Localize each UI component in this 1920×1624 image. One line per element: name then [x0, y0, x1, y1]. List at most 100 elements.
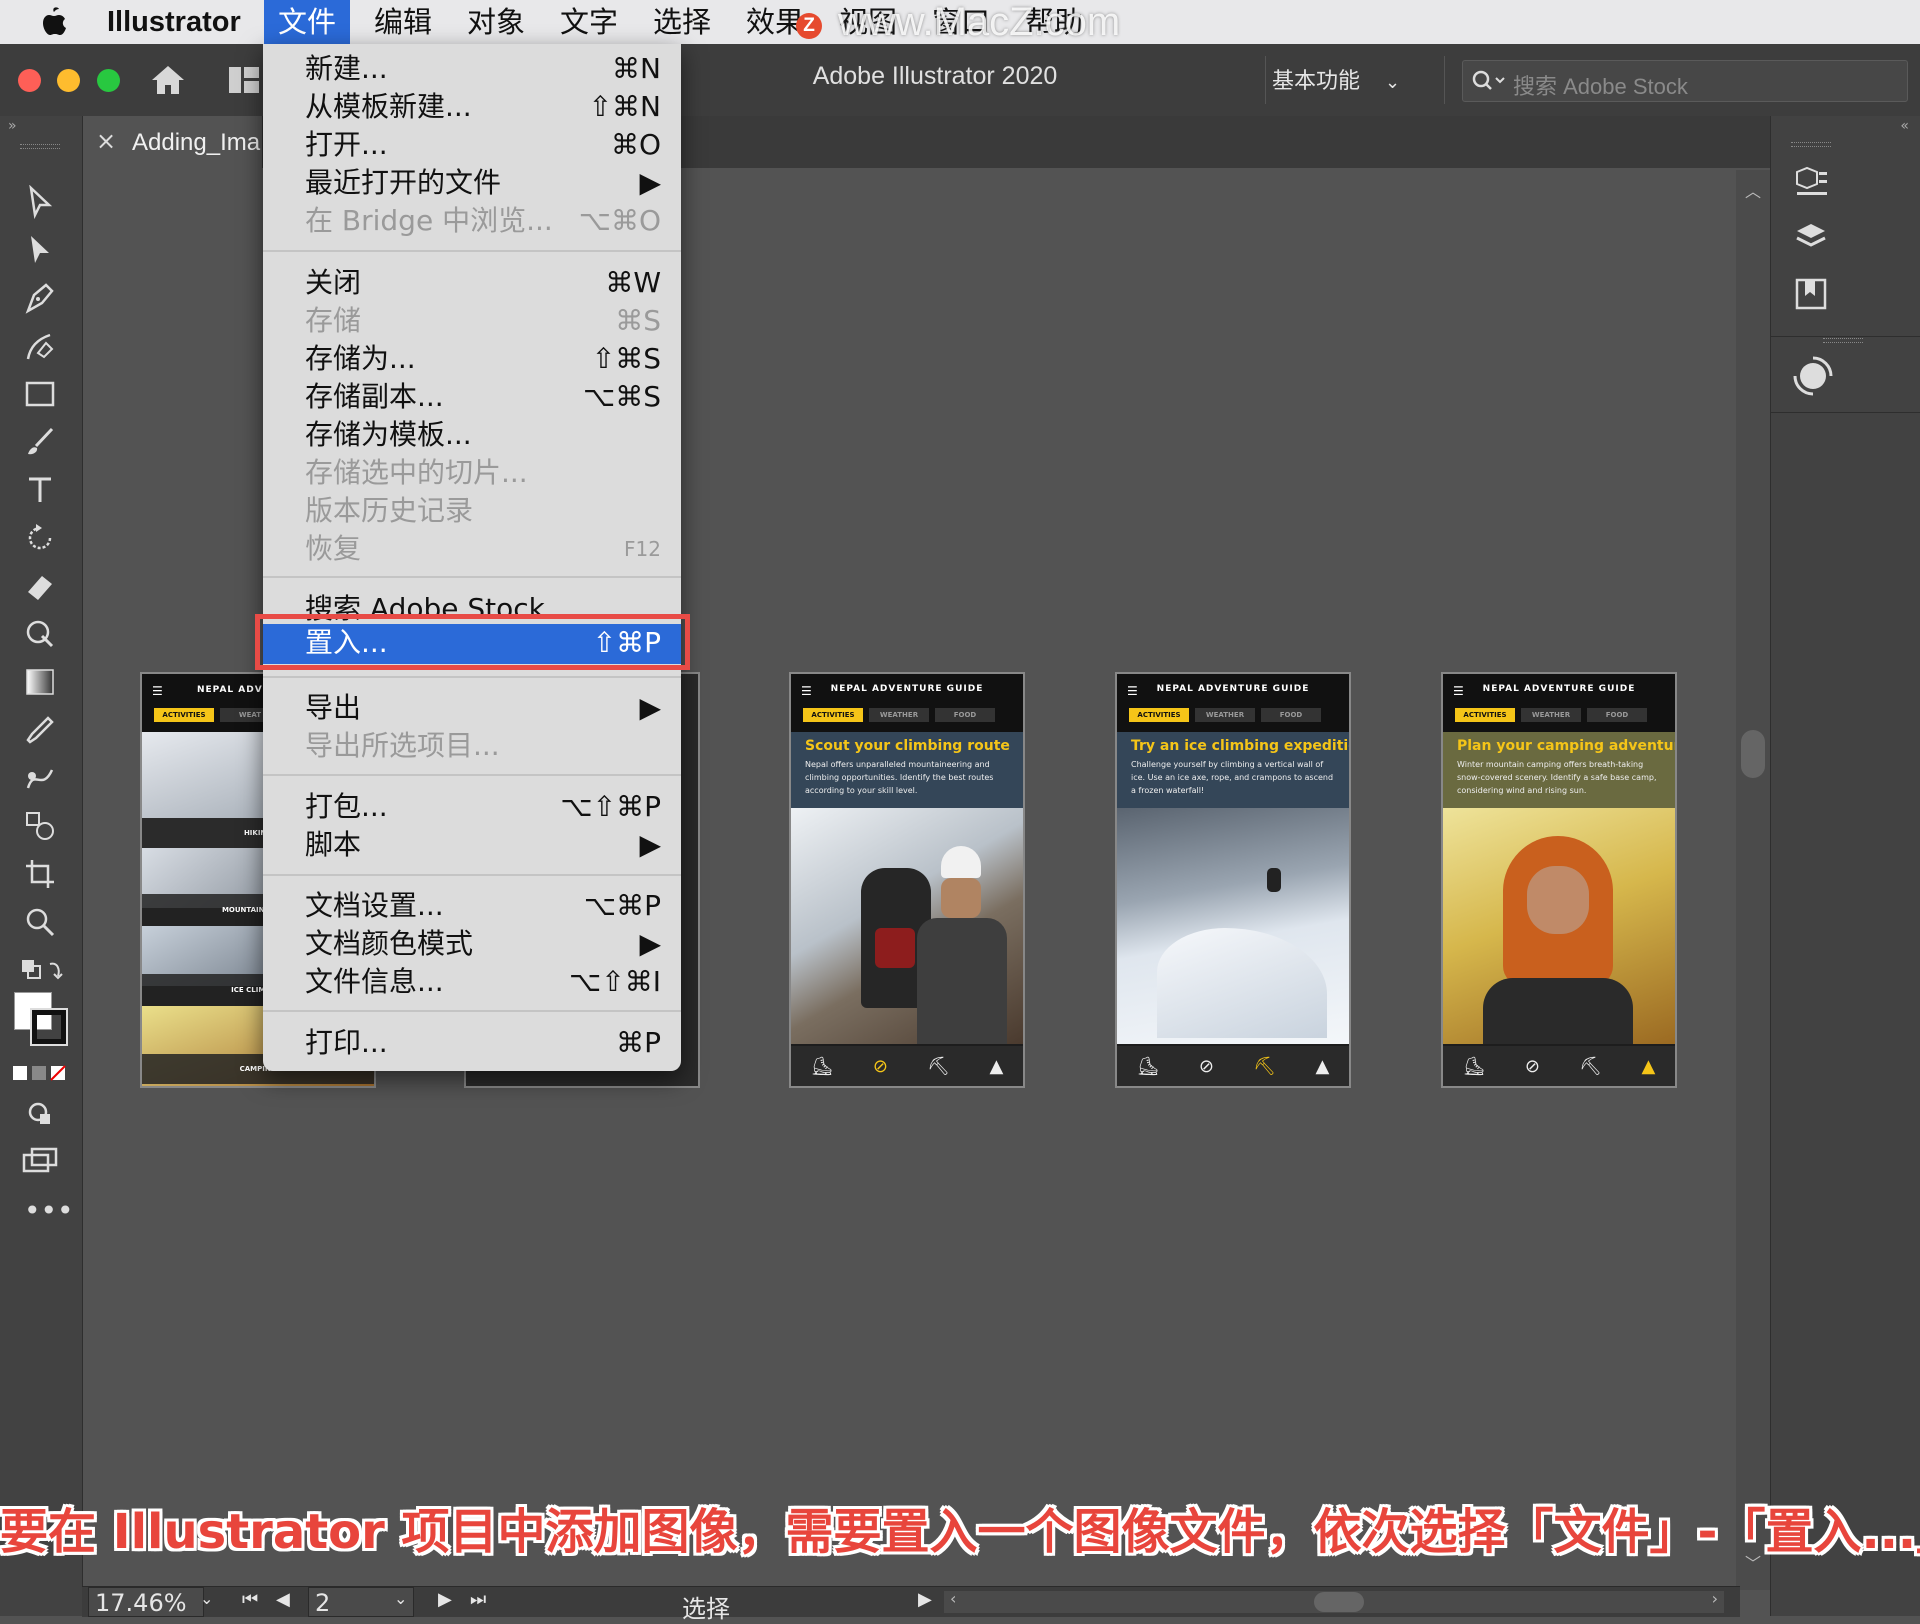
menu-item-save-as[interactable]: 存储为... ⇧⌘S: [263, 340, 681, 378]
chevron-down-icon[interactable]: ⌄: [394, 1589, 407, 1608]
layers-panel-icon[interactable]: [1793, 220, 1829, 256]
previous-artboard-icon[interactable]: ◀: [276, 1589, 290, 1610]
color-mode-icons[interactable]: [12, 1064, 68, 1084]
menu-item-new-from-template[interactable]: 从模板新建... ⇧⌘N: [263, 88, 681, 126]
zoom-tool-icon[interactable]: [14, 902, 66, 942]
menu-item-open[interactable]: 打开... ⌘O: [263, 126, 681, 164]
menu-type[interactable]: 文字: [548, 0, 630, 44]
menu-item-scripts[interactable]: 脚本 ▶: [263, 826, 681, 864]
paintbrush-tool-icon[interactable]: [14, 422, 66, 462]
rectangle-tool-icon[interactable]: [14, 374, 66, 414]
artboard-3[interactable]: ☰ NEPAL ADVENTURE GUIDE ACTIVITIES WEATHE…: [789, 672, 1025, 1088]
chevron-down-icon[interactable]: ⌄: [200, 1589, 213, 1608]
free-transform-tool-icon[interactable]: [14, 614, 66, 654]
apple-icon[interactable]: [40, 7, 68, 39]
menu-item-print[interactable]: 打印... ⌘P: [263, 1024, 681, 1062]
scroll-up-icon[interactable]: ︿: [1745, 178, 1761, 202]
menu-item-open-recent[interactable]: 最近打开的文件 ▶: [263, 164, 681, 202]
search-icon: [1472, 70, 1505, 90]
menu-item-package[interactable]: 打包... ⌥⇧⌘P: [263, 788, 681, 826]
menu-item-close[interactable]: 关闭 ⌘W: [263, 264, 681, 302]
artboard-5[interactable]: ☰ NEPAL ADVENTURE GUIDE ACTIVITIES WEATHE…: [1441, 672, 1677, 1088]
arrange-documents-icon[interactable]: [228, 66, 260, 94]
zoom-window-button[interactable]: [97, 69, 120, 92]
artboard-tab: FOOD: [935, 708, 995, 722]
panel-grip[interactable]: [1823, 338, 1863, 343]
menu-object[interactable]: 对象: [455, 0, 537, 44]
document-tab-label: Adding_Ima: [132, 129, 261, 156]
curvature-tool-icon[interactable]: [14, 326, 66, 366]
scrollbar-thumb[interactable]: [1314, 1592, 1364, 1612]
next-artboard-icon[interactable]: ▶: [438, 1589, 452, 1610]
symbol-sprayer-tool-icon[interactable]: [14, 806, 66, 846]
scroll-left-icon[interactable]: ‹: [950, 1589, 956, 1608]
draw-mode-icon[interactable]: [14, 1094, 66, 1134]
pen-tool-icon[interactable]: [14, 278, 66, 318]
properties-panel-icon[interactable]: [1793, 164, 1829, 200]
stock-search-input[interactable]: 搜索 Adobe Stock: [1462, 60, 1908, 102]
helmet-shape: [941, 846, 981, 878]
selection-tool-icon[interactable]: [14, 182, 66, 222]
tent-icon: ▲: [1315, 1055, 1330, 1077]
close-tab-icon[interactable]: ×: [96, 127, 116, 155]
menu-separator: [263, 874, 681, 876]
swap-fill-stroke-icon[interactable]: [14, 950, 66, 990]
artboard-4[interactable]: ☰ NEPAL ADVENTURE GUIDE ACTIVITIES WEATHE…: [1115, 672, 1351, 1088]
eyedropper-tool-icon[interactable]: [14, 710, 66, 750]
close-window-button[interactable]: [18, 69, 41, 92]
menu-item-save-copy[interactable]: 存储副本... ⌥⌘S: [263, 378, 681, 416]
artboard-tab: ACTIVITIES: [803, 708, 863, 722]
color-wheel-icon[interactable]: [1793, 356, 1833, 396]
vertical-scrollbar[interactable]: ︿ ﹀: [1736, 170, 1770, 1590]
libraries-panel-icon[interactable]: [1793, 276, 1829, 312]
menu-item-document-color-mode[interactable]: 文档颜色模式 ▶: [263, 925, 681, 963]
workspace-switcher[interactable]: 基本功能 ⌄: [1272, 63, 1400, 95]
stroke-color-swatch[interactable]: [30, 1008, 68, 1046]
blend-tool-icon[interactable]: [14, 758, 66, 798]
screen-mode-icon[interactable]: [14, 1142, 66, 1182]
face-shape: [1527, 866, 1589, 934]
menu-item-file-info[interactable]: 文件信息... ⌥⇧⌘I: [263, 963, 681, 1001]
home-icon[interactable]: [150, 64, 186, 96]
zoom-level-field[interactable]: 17.46%: [88, 1587, 204, 1617]
status-menu-arrow-icon[interactable]: ▶: [918, 1589, 932, 1610]
menu-item-save-as-template[interactable]: 存储为模板...: [263, 416, 681, 454]
last-artboard-icon[interactable]: ⏭: [470, 1589, 486, 1610]
boot-icon: ⛸: [1462, 1055, 1486, 1077]
workspace-label: 基本功能: [1272, 69, 1361, 94]
system-menu-bar: Illustrator 文件 编辑 对象 文字 选择 效果 视图 窗口 帮助 Z…: [0, 0, 1920, 45]
document-tab[interactable]: × Adding_Ima: [82, 116, 263, 168]
menu-item-export[interactable]: 导出 ▶: [263, 689, 681, 727]
direct-selection-tool-icon[interactable]: [14, 230, 66, 270]
menu-item-export-selection: 导出所选项目...: [305, 729, 500, 762]
menu-select[interactable]: 选择: [641, 0, 723, 44]
carabiner-icon: ⊘: [872, 1055, 888, 1077]
panel-grip[interactable]: [1791, 142, 1831, 147]
menu-item-document-setup[interactable]: 文档设置... ⌥⌘P: [263, 887, 681, 925]
type-tool-icon[interactable]: [14, 470, 66, 510]
rotate-tool-icon[interactable]: [14, 518, 66, 558]
panel-expand-icon[interactable]: «: [1900, 118, 1909, 134]
panel-grip[interactable]: [20, 144, 60, 149]
scrollbar-thumb[interactable]: [1741, 730, 1765, 778]
minimize-window-button[interactable]: [57, 69, 80, 92]
eraser-tool-icon[interactable]: [14, 566, 66, 606]
divider: [1444, 56, 1445, 104]
file-menu-dropdown: 新建... ⌘N 从模板新建... ⇧⌘N 打开... ⌘O 最近打开的文件 ▶ 在 B…: [263, 44, 681, 1071]
horizontal-scrollbar[interactable]: ‹ ›: [944, 1589, 1724, 1613]
tutorial-caption: 要在 Illustrator 项目中添加图像，需要置入一个图像文件，依次选择「文…: [0, 1504, 1920, 1560]
artboard-header-title: NEPAL ADVENTURE GUIDE: [1482, 684, 1636, 694]
menu-separator: [263, 774, 681, 776]
artboard-tool-icon[interactable]: [14, 854, 66, 894]
panel-collapse-icon[interactable]: »: [8, 118, 17, 134]
menu-file[interactable]: 文件: [264, 0, 350, 44]
menu-app-illustrator[interactable]: Illustrator: [95, 0, 253, 44]
more-tools-icon[interactable]: •••: [24, 1194, 74, 1227]
menu-edit[interactable]: 编辑: [362, 0, 444, 44]
scroll-right-icon[interactable]: ›: [1712, 1589, 1718, 1608]
menu-item-new[interactable]: 新建... ⌘N: [263, 50, 681, 88]
gradient-tool-icon[interactable]: [14, 662, 66, 702]
artboard-number-value: 2: [315, 1589, 331, 1617]
first-artboard-icon[interactable]: ⏮: [242, 1589, 258, 1610]
card-body-text: Winter mountain camping offers breath-ta…: [1457, 760, 1657, 795]
